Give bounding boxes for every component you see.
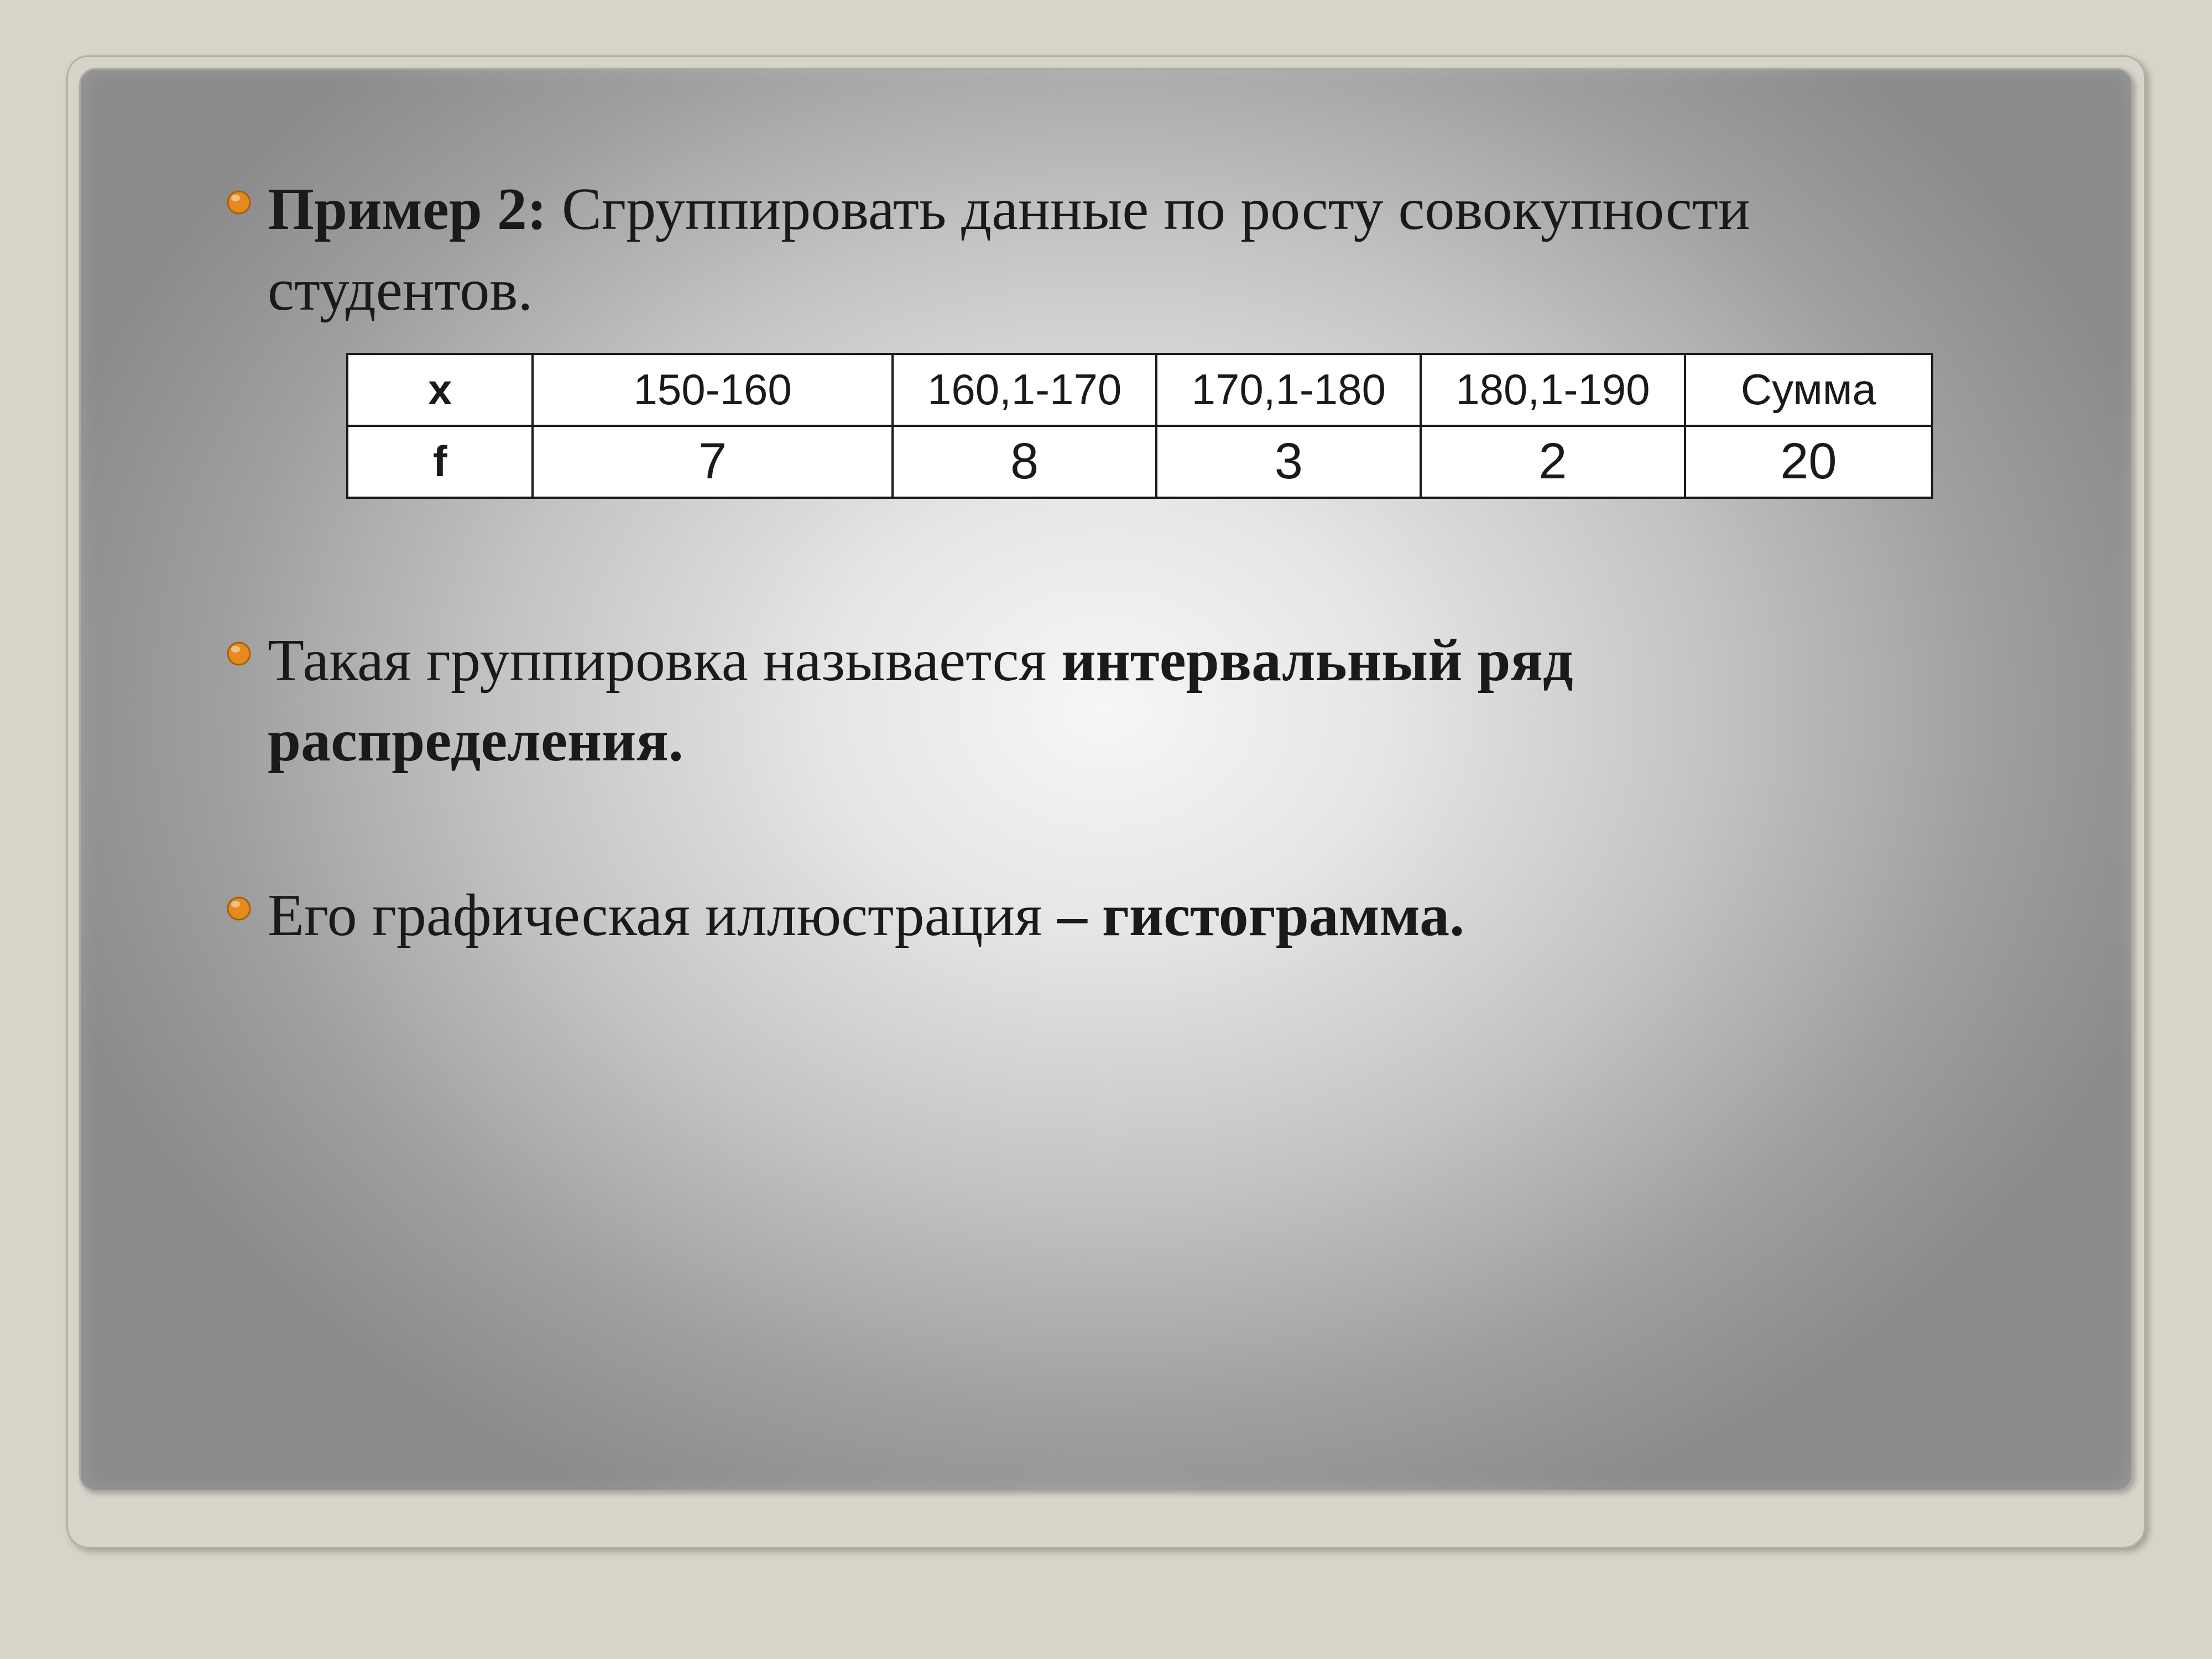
bullet-text-2: Такая группировка называется интервальны… xyxy=(268,620,1976,782)
table-cell: 180,1-190 xyxy=(1421,354,1685,426)
bullet-icon xyxy=(226,640,252,667)
illustration-text: Его графическая иллюстрация xyxy=(268,883,1057,948)
table-cell-sum-value: 20 xyxy=(1685,426,1932,498)
slide: Пример 2: Сгруппировать данные по росту … xyxy=(79,68,2133,1491)
spacer xyxy=(236,543,1976,620)
example-label: Пример 2: xyxy=(268,176,547,242)
frequency-table: x 150-160 160,1-170 170,1-180 180,1-190 … xyxy=(346,353,1933,499)
bullet-item-3: Его графическая иллюстрация – гистограмм… xyxy=(236,875,1976,956)
table-cell: 150-160 xyxy=(533,354,892,426)
histogram-term: – гистограмма. xyxy=(1057,883,1464,948)
table-cell: 170,1-180 xyxy=(1156,354,1421,426)
table-cell: 7 xyxy=(533,426,892,498)
bullet-text-3: Его графическая иллюстрация – гистограмм… xyxy=(268,875,1464,956)
table-cell: 160,1-170 xyxy=(893,354,1157,426)
bullet-text-1: Пример 2: Сгруппировать данные по росту … xyxy=(268,169,1976,331)
row-header-x: x xyxy=(347,354,533,426)
row-header-f: f xyxy=(347,426,533,498)
bullet-item-1: Пример 2: Сгруппировать данные по росту … xyxy=(236,169,1976,331)
table-cell: 3 xyxy=(1156,426,1421,498)
bullet-icon xyxy=(226,189,252,216)
table-cell-sum-label: Сумма xyxy=(1685,354,1932,426)
bullet-icon xyxy=(226,895,252,922)
grouping-text: Такая группировка называется xyxy=(268,628,1061,693)
table: x 150-160 160,1-170 170,1-180 180,1-190 … xyxy=(346,353,1933,499)
slide-outer-frame: Пример 2: Сгруппировать данные по росту … xyxy=(66,55,2146,1548)
table-cell: 8 xyxy=(893,426,1157,498)
bullet-item-2: Такая группировка называется интервальны… xyxy=(236,620,1976,782)
table-cell: 2 xyxy=(1421,426,1685,498)
table-row: x 150-160 160,1-170 170,1-180 180,1-190 … xyxy=(347,354,1932,426)
table-row: f 7 8 3 2 20 xyxy=(347,426,1932,498)
spacer xyxy=(236,804,1976,875)
